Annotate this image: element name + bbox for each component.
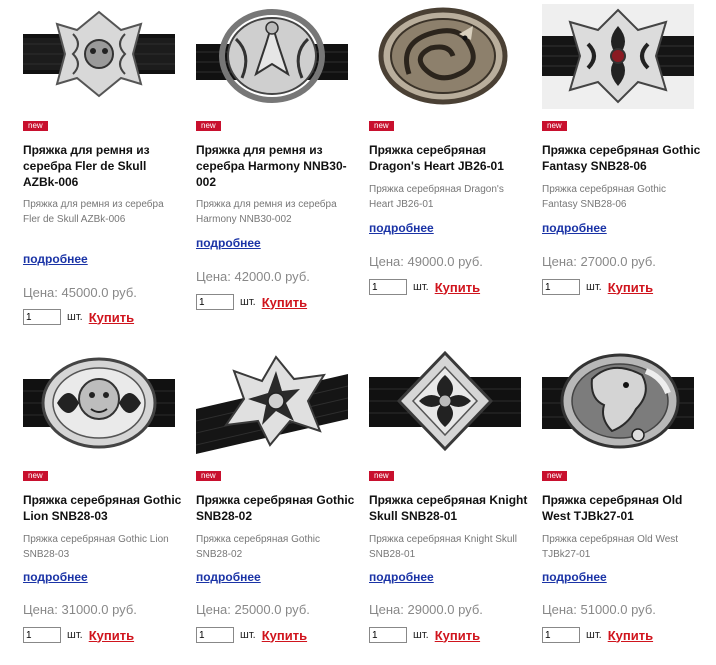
product-image[interactable] bbox=[23, 349, 175, 454]
product-image[interactable] bbox=[369, 349, 521, 454]
buy-row: шт. Купить bbox=[542, 278, 653, 296]
quantity-input[interactable] bbox=[196, 627, 234, 643]
quantity-unit: шт. bbox=[586, 629, 602, 641]
quantity-input[interactable] bbox=[196, 294, 234, 310]
product-description: Пряжка для ремня из серебра Harmony NNB3… bbox=[196, 199, 337, 225]
quantity-unit: шт. bbox=[413, 629, 429, 641]
buy-button[interactable]: Купить bbox=[89, 310, 134, 325]
buy-button[interactable]: Купить bbox=[608, 280, 653, 295]
buy-button[interactable]: Купить bbox=[435, 280, 480, 295]
product-image[interactable] bbox=[196, 4, 348, 109]
buy-button[interactable]: Купить bbox=[89, 628, 134, 643]
buy-button[interactable]: Купить bbox=[262, 295, 307, 310]
product-price: Цена: 31000.0 руб. bbox=[23, 602, 137, 617]
details-link[interactable]: подробнее bbox=[542, 221, 607, 235]
new-badge: new bbox=[196, 121, 221, 131]
product-title[interactable]: Пряжка серебряная Gothic SNB28-02 bbox=[196, 492, 356, 524]
new-badge: new bbox=[196, 471, 221, 481]
details-link[interactable]: подробнее bbox=[23, 252, 88, 266]
new-badge: new bbox=[369, 121, 394, 131]
details-link[interactable]: подробнее bbox=[542, 570, 607, 584]
product-price: Цена: 27000.0 руб. bbox=[542, 254, 656, 269]
product-description: Пряжка серебряная Gothic SNB28-02 bbox=[196, 534, 321, 560]
product-price: Цена: 51000.0 руб. bbox=[542, 602, 656, 617]
product-title[interactable]: Пряжка серебряная Knight Skull SNB28-01 bbox=[369, 492, 529, 524]
quantity-input[interactable] bbox=[369, 627, 407, 643]
product-description: Пряжка серебряная Gothic Lion SNB28-03 bbox=[23, 534, 169, 560]
quantity-input[interactable] bbox=[23, 309, 61, 325]
product-price: Цена: 25000.0 руб. bbox=[196, 602, 310, 617]
product-title[interactable]: Пряжка для ремня из серебра Fler de Skul… bbox=[23, 142, 183, 190]
details-link[interactable]: подробнее bbox=[196, 236, 261, 250]
product-description: Пряжка для ремня из серебра Fler de Skul… bbox=[23, 199, 164, 225]
product-title[interactable]: Пряжка серебряная Gothic Fantasy SNB28-0… bbox=[542, 142, 702, 174]
quantity-unit: шт. bbox=[67, 311, 83, 323]
quantity-unit: шт. bbox=[240, 629, 256, 641]
product-price: Цена: 42000.0 руб. bbox=[196, 269, 310, 284]
product-image[interactable] bbox=[23, 4, 175, 109]
product-image[interactable] bbox=[542, 349, 694, 454]
quantity-input[interactable] bbox=[542, 627, 580, 643]
quantity-unit: шт. bbox=[413, 281, 429, 293]
product-image[interactable] bbox=[369, 4, 521, 109]
product-price: Цена: 29000.0 руб. bbox=[369, 602, 483, 617]
new-badge: new bbox=[23, 121, 48, 131]
quantity-input[interactable] bbox=[542, 279, 580, 295]
quantity-unit: шт. bbox=[240, 296, 256, 308]
details-link[interactable]: подробнее bbox=[369, 570, 434, 584]
product-description: Пряжка серебряная Old West TJBk27-01 bbox=[542, 534, 679, 560]
quantity-input[interactable] bbox=[23, 627, 61, 643]
details-link[interactable]: подробнее bbox=[369, 221, 434, 235]
buy-row: шт. Купить bbox=[23, 626, 134, 644]
new-badge: new bbox=[542, 471, 567, 481]
product-price: Цена: 49000.0 руб. bbox=[369, 254, 483, 269]
product-image[interactable] bbox=[196, 349, 348, 454]
buy-row: шт. Купить bbox=[23, 308, 134, 326]
details-link[interactable]: подробнее bbox=[196, 570, 261, 584]
product-image[interactable] bbox=[542, 4, 694, 109]
product-title[interactable]: Пряжка серебряная Dragon's Heart JB26-01 bbox=[369, 142, 529, 174]
buy-row: шт. Купить bbox=[196, 293, 307, 311]
product-price: Цена: 45000.0 руб. bbox=[23, 285, 137, 300]
buy-button[interactable]: Купить bbox=[435, 628, 480, 643]
quantity-input[interactable] bbox=[369, 279, 407, 295]
product-title[interactable]: Пряжка серебряная Gothic Lion SNB28-03 bbox=[23, 492, 183, 524]
buy-button[interactable]: Купить bbox=[262, 628, 307, 643]
buy-row: шт. Купить bbox=[369, 278, 480, 296]
new-badge: new bbox=[542, 121, 567, 131]
product-description: Пряжка серебряная Knight Skull SNB28-01 bbox=[369, 534, 517, 560]
new-badge: new bbox=[369, 471, 394, 481]
buy-row: шт. Купить bbox=[196, 626, 307, 644]
product-title[interactable]: Пряжка серебряная Old West TJBk27-01 bbox=[542, 492, 702, 524]
buy-row: шт. Купить bbox=[542, 626, 653, 644]
quantity-unit: шт. bbox=[586, 281, 602, 293]
product-title[interactable]: Пряжка для ремня из серебра Harmony NNB3… bbox=[196, 142, 356, 190]
new-badge: new bbox=[23, 471, 48, 481]
buy-button[interactable]: Купить bbox=[608, 628, 653, 643]
product-description: Пряжка серебряная Gothic Fantasy SNB28-0… bbox=[542, 184, 667, 210]
product-description: Пряжка серебряная Dragon's Heart JB26-01 bbox=[369, 184, 504, 210]
buy-row: шт. Купить bbox=[369, 626, 480, 644]
quantity-unit: шт. bbox=[67, 629, 83, 641]
details-link[interactable]: подробнее bbox=[23, 570, 88, 584]
